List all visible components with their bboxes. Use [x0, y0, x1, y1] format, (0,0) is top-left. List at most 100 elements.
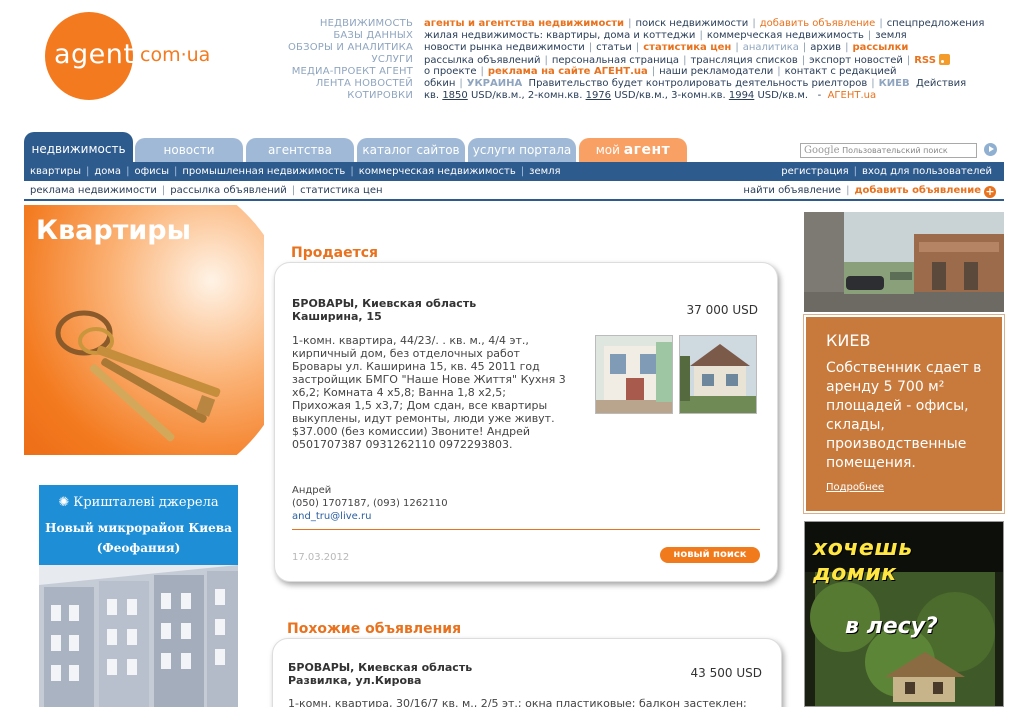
cat-industrial[interactable]: промышленная недвижимость	[182, 166, 345, 177]
listing-photo-1[interactable]	[595, 335, 673, 414]
nav-link-news-export[interactable]: экспорт новостей	[809, 55, 903, 66]
price-stats-link[interactable]: статистика цен	[300, 185, 382, 196]
tab-site-catalog[interactable]: каталог сайтов	[357, 138, 465, 162]
site-logo[interactable]: agent com·ua	[45, 12, 225, 100]
similar-city: БРОВАРЫ, Киевская область	[288, 661, 473, 674]
banner-brand-text: Кришталеві джерела	[73, 495, 219, 510]
news-ticker: ЛЕНТА НОВОСТЕЙ обкин | УКРАИНА Правительст…	[230, 78, 1025, 90]
similar-price: 43 500 USD	[690, 666, 762, 680]
desc-line: Прихожая 1,5 х3,7; Дом сдан, все квартир…	[292, 399, 548, 412]
nav-row-label: МЕДИА-ПРОЕКТ АГЕНТ	[291, 66, 413, 77]
register-link[interactable]: регистрация	[781, 166, 848, 177]
listing-photo-2[interactable]	[679, 335, 757, 414]
kiev-offer-box[interactable]: КИЕВ Собственник сдает в аренду 5 700 м²…	[803, 314, 1005, 514]
keys-icon	[55, 310, 221, 442]
building-illustration	[39, 565, 238, 707]
quote-source-link[interactable]: АГЕНТ.ua	[828, 90, 877, 101]
find-listing-link[interactable]: найти объявление	[743, 185, 841, 196]
nav-link-analytics[interactable]: аналитика	[743, 42, 799, 53]
contact-name: Андрей	[292, 485, 332, 496]
nav-row-label: УСЛУГИ	[371, 54, 413, 65]
cat-houses[interactable]: дома	[94, 166, 121, 177]
nav-row-databases: БАЗЫ ДАННЫХ жилая недвижимость: квартиры…	[230, 30, 1025, 42]
banner-line-1: Новый микрорайон Киева	[45, 521, 232, 535]
nav-link-special[interactable]: спецпредложения	[887, 18, 985, 29]
nav-link-personal-page[interactable]: персональная страница	[552, 55, 679, 66]
quote-value-3: 1994	[728, 90, 755, 101]
news-ticker-label: ЛЕНТА НОВОСТЕЙ	[315, 78, 413, 89]
contact-phone: (050) 1707187, (093) 1262110	[292, 498, 448, 509]
ad-banner-right[interactable]: хочешь домик в лесу?	[804, 521, 1004, 707]
listing-date: 17.03.2012	[292, 552, 350, 563]
nav-link-land[interactable]: земля	[875, 30, 906, 41]
right-banner-line-1: хочешь домик	[813, 536, 913, 586]
nav-row-label: ОБЗОРЫ И АНАЛИТИКА	[287, 42, 413, 53]
nav-link-contact[interactable]: контакт с редакцией	[785, 66, 897, 77]
nav-link-list-broadcast[interactable]: трансляция списков	[690, 55, 797, 66]
ad-banner-left[interactable]: ✺ Кришталеві джерела Новый микрорайон Кие…	[39, 485, 238, 707]
desc-line: кирпичный дом, без отделочных работ	[292, 347, 520, 360]
contact-email-link[interactable]: and_tru@live.ru	[292, 511, 371, 522]
cat-commercial[interactable]: коммерческая недвижимость	[359, 166, 516, 177]
listing-location: БРОВАРЫ, Киевская область Каширина, 15	[292, 297, 476, 323]
quote-prefix: кв.	[424, 90, 440, 101]
nav-link-residential[interactable]: жилая недвижимость: квартиры, дома и кот…	[424, 30, 695, 41]
search-input[interactable]: Google Пользовательский поиск	[800, 143, 977, 158]
ticker-news-link-2[interactable]: Действия	[916, 78, 966, 89]
desc-line: 0501707387 0931262110 0972293803.	[292, 438, 513, 451]
sun-icon: ✺	[58, 495, 70, 510]
ticker-region-2: КИЕВ	[878, 78, 910, 89]
nav-link-advertisers[interactable]: наши рекламодатели	[659, 66, 773, 77]
nav-link-archive[interactable]: архив	[810, 42, 841, 53]
tab-news[interactable]: новости	[135, 138, 243, 162]
login-link[interactable]: вход для пользователей	[862, 166, 992, 177]
listing-city: БРОВАРЫ, Киевская область	[292, 297, 477, 310]
add-listing-link[interactable]: добавить объявление +	[854, 185, 996, 198]
similar-section-title: Похожие объявления	[287, 621, 462, 637]
cat-offices[interactable]: офисы	[134, 166, 169, 177]
secondary-nav: реклама недвижимости | рассылка объявлений…	[24, 182, 1004, 201]
nav-link-advertising[interactable]: реклама на сайте АГЕНТ.ua	[488, 66, 648, 77]
realty-ads-link[interactable]: реклама недвижимости	[30, 185, 157, 196]
tab-portal-services[interactable]: услуги портала	[468, 138, 576, 162]
nav-link-about[interactable]: о проекте	[424, 66, 476, 77]
nav-row-label: НЕДВИЖИМОСТЬ	[319, 18, 413, 29]
ticker-news-link[interactable]: Правительство будет контролировать деяте…	[529, 78, 868, 89]
nav-link-news[interactable]: новости рынка недвижимости	[424, 42, 585, 53]
listing-price: 37 000 USD	[686, 303, 758, 317]
nav-link-search[interactable]: поиск недвижимости	[635, 18, 748, 29]
nav-row-analytics: ОБЗОРЫ И АНАЛИТИКА новости рынка недвижи…	[230, 42, 1025, 54]
nav-link-listing-mailing[interactable]: рассылка объявлений	[424, 55, 540, 66]
house-photo-1	[596, 336, 672, 413]
tab-realty[interactable]: недвижимость	[24, 132, 133, 162]
desc-line: 1-комн. квартира, 44/23/. . кв. м., 4/4 …	[292, 334, 529, 347]
nav-link-mailings[interactable]: рассылки	[852, 42, 908, 53]
desc-line: $37.000 (без комиссии) Звоните! Андрей	[292, 425, 531, 438]
google-logo: Google	[804, 145, 840, 156]
logo-agent-text: agent	[54, 39, 135, 70]
nav-link-articles[interactable]: статьи	[596, 42, 632, 53]
kiev-offer-more-link[interactable]: Подробнее	[826, 482, 884, 493]
similar-listing-card: БРОВАРЫ, Киевская область Развилка, ул.К…	[272, 638, 782, 707]
tab-my-agent[interactable]: мой агент	[579, 138, 687, 162]
tab-my-agent-pre: мой	[595, 143, 620, 157]
quotes-row: КОТИРОВКИ кв. 1850 USD/кв.м., 2-комн.кв.…	[230, 90, 1025, 102]
nav-link-agents[interactable]: агенты и агентства недвижимости	[424, 18, 624, 29]
quote-unit-2: USD/кв.м., 3-комн.кв.	[614, 90, 726, 101]
nav-link-commercial[interactable]: коммерческая недвижимость	[707, 30, 864, 41]
listing-divider	[292, 529, 760, 530]
listing-card: БРОВАРЫ, Киевская область Каширина, 15 3…	[274, 262, 778, 582]
search-placeholder: Пользовательский поиск	[842, 146, 948, 155]
mailing-link[interactable]: рассылка объявлений	[170, 185, 286, 196]
search-go-icon[interactable]	[984, 143, 997, 156]
category-nav: квартиры | дома | офисы | промышленная недвижи…	[24, 162, 1004, 181]
kiev-property-photo[interactable]	[804, 212, 1004, 312]
cat-apartments[interactable]: квартиры	[30, 166, 81, 177]
nav-link-add-listing[interactable]: добавить объявление	[760, 18, 876, 29]
nav-row-media: МЕДИА-ПРОЕКТ АГЕНТ о проекте | реклама на …	[230, 66, 1025, 78]
nav-link-rss[interactable]: RSS	[914, 54, 950, 66]
new-search-button[interactable]: новый поиск	[660, 547, 760, 563]
nav-link-price-stats[interactable]: статистика цен	[643, 42, 731, 53]
cat-land[interactable]: земля	[529, 166, 560, 177]
tab-agencies[interactable]: агентства	[246, 138, 354, 162]
